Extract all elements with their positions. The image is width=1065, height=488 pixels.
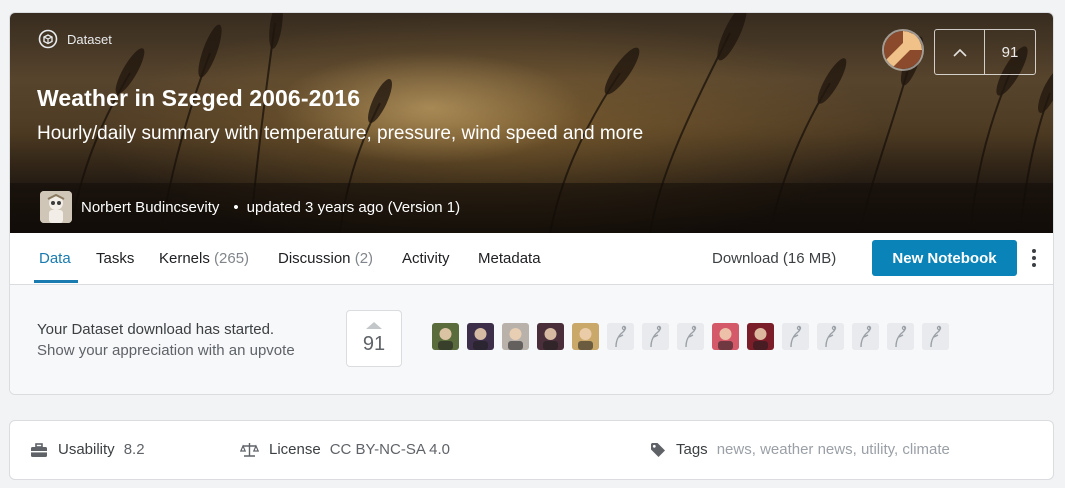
tab-metadata[interactable]: Metadata — [478, 250, 541, 267]
owner-avatar-image — [884, 31, 922, 69]
active-tab-indicator — [34, 280, 78, 283]
page-title: Weather in Szeged 2006-2016 — [37, 85, 361, 111]
voter-avatar[interactable] — [887, 323, 914, 350]
voter-avatar[interactable] — [817, 323, 844, 350]
download-started-message: Your Dataset download has started. — [37, 321, 275, 338]
separator-dot: • — [233, 198, 239, 216]
voter-avatar[interactable] — [432, 323, 459, 350]
voter-avatar[interactable] — [502, 323, 529, 350]
voter-avatar[interactable] — [607, 323, 634, 350]
more-options-icon[interactable] — [1028, 247, 1040, 269]
appreciation-prompt: Show your appreciation with an upvote — [37, 342, 295, 359]
voter-avatar[interactable] — [677, 323, 704, 350]
chevron-up-icon — [952, 48, 967, 57]
license-label: License — [269, 441, 321, 458]
tab-data-label: Data — [39, 250, 71, 267]
voter-avatar[interactable] — [922, 323, 949, 350]
tag-link[interactable]: utility — [861, 441, 894, 458]
tab-discussion-count: (2) — [354, 250, 374, 267]
voter-avatar[interactable] — [572, 323, 599, 350]
tab-activity-label: Activity — [402, 250, 450, 267]
updated-text: updated 3 years ago (Version 1) — [246, 198, 461, 216]
voter-avatar[interactable] — [852, 323, 879, 350]
voter-avatar[interactable] — [747, 323, 774, 350]
tab-kernels[interactable]: Kernels (265) — [159, 250, 249, 267]
voter-avatar[interactable] — [712, 323, 739, 350]
dataset-card: Dataset Weather in Szeged 2006-2016 Hour… — [9, 12, 1054, 395]
upvote-card-count: 91 — [362, 333, 386, 355]
voter-avatar[interactable] — [642, 323, 669, 350]
tab-activity[interactable]: Activity — [402, 250, 450, 267]
tab-tasks[interactable]: Tasks — [96, 250, 134, 267]
tag-link[interactable]: climate — [902, 441, 950, 458]
upvote-count: 91 — [1001, 43, 1019, 61]
dataset-icon — [38, 29, 58, 49]
author-name[interactable]: Norbert Budincsevity — [81, 199, 219, 216]
author-avatar[interactable] — [40, 191, 72, 223]
tags-item: Tags news, weather news, utility, climat… — [650, 441, 950, 458]
owner-avatar[interactable] — [882, 29, 924, 71]
usability-label: Usability — [58, 441, 115, 458]
tab-discussion-label: Discussion — [278, 250, 351, 267]
tab-metadata-label: Metadata — [478, 250, 541, 267]
tab-kernels-label: Kernels — [159, 250, 210, 267]
usability-value: 8.2 — [123, 441, 145, 458]
voter-avatar[interactable] — [537, 323, 564, 350]
tags-list: news, weather news, utility, climate — [716, 441, 950, 458]
license-value[interactable]: CC BY-NC-SA 4.0 — [330, 441, 450, 458]
download-button[interactable]: Download (16 MB) — [712, 250, 836, 267]
appreciation-panel: Your Dataset download has started. Show … — [10, 285, 1053, 394]
tab-kernels-count: (265) — [214, 250, 250, 267]
upvote-card[interactable]: 91 — [346, 310, 402, 367]
new-notebook-button[interactable]: New Notebook — [872, 240, 1017, 276]
author-avatar-image — [40, 191, 72, 223]
scale-icon — [240, 442, 259, 457]
author-line: Norbert Budincsevity • updated 3 years a… — [40, 191, 460, 223]
tag-link[interactable]: weather news — [760, 441, 853, 458]
tab-tasks-label: Tasks — [96, 250, 135, 267]
tag-link[interactable]: news — [717, 441, 752, 458]
upvote-arrow-icon — [366, 322, 382, 329]
voter-avatar[interactable] — [467, 323, 494, 350]
license-item: License CC BY-NC-SA 4.0 — [240, 441, 450, 458]
hero-banner: Dataset Weather in Szeged 2006-2016 Hour… — [10, 13, 1053, 233]
tab-bar: Data Tasks Kernels (265) Discussion (2) … — [10, 233, 1053, 285]
dataset-type-label: Dataset — [38, 29, 112, 49]
dataset-type-text: Dataset — [67, 31, 112, 47]
upvote-box[interactable]: 91 — [934, 29, 1036, 75]
tag-icon — [651, 442, 665, 457]
usability-item: Usability 8.2 — [30, 441, 145, 458]
tags-label: Tags — [676, 441, 708, 458]
voter-avatars — [432, 323, 957, 350]
upvote-button[interactable] — [935, 30, 985, 74]
toolbox-icon — [31, 442, 47, 457]
voter-avatar[interactable] — [782, 323, 809, 350]
metadata-card: Usability 8.2 License CC BY-NC-SA 4.0 Ta… — [9, 420, 1054, 480]
tab-discussion[interactable]: Discussion (2) — [278, 250, 373, 267]
tab-data[interactable]: Data — [39, 250, 71, 267]
page-subtitle: Hourly/daily summary with temperature, p… — [37, 123, 644, 144]
